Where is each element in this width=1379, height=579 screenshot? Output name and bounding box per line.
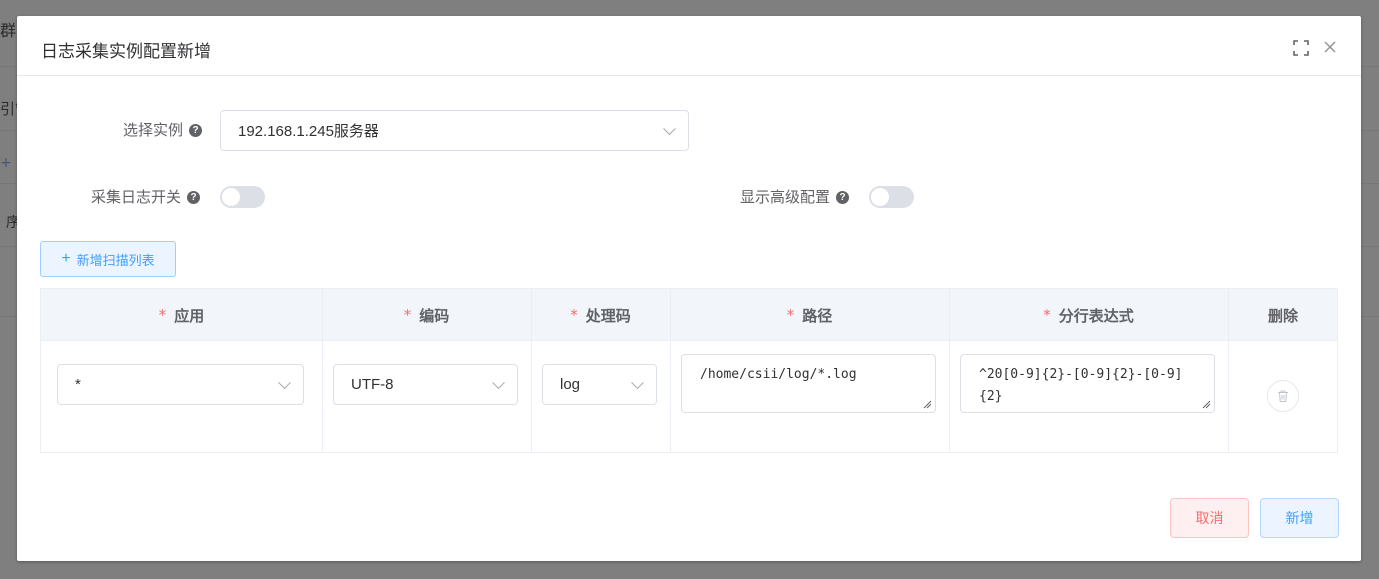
switch-knob (222, 188, 240, 206)
chevron-down-icon (492, 375, 505, 389)
advanced-config-label: 显示高级配置 ? (740, 187, 850, 207)
instance-select[interactable]: 192.168.1.245服务器 (220, 110, 689, 151)
column-divider (322, 289, 323, 452)
required-mark: * (786, 306, 795, 324)
log-collection-dialog: 日志采集实例配置新增 选择实例 ? 192.168.1.245服务器 采集日志开… (17, 16, 1361, 561)
log-switch-label-text: 采集日志开关 (91, 188, 182, 206)
switch-knob (871, 188, 889, 206)
column-header-delete: 删除 (1228, 289, 1338, 341)
encoding-select[interactable]: UTF-8 (333, 364, 518, 405)
column-divider (670, 289, 671, 452)
background-divider (1361, 66, 1379, 67)
instance-label: 选择实例 ? (123, 120, 203, 140)
column-divider (531, 289, 532, 452)
column-header-line-expression: * 分行表达式 (949, 289, 1228, 341)
chevron-down-icon (278, 375, 291, 389)
chevron-down-icon (663, 121, 676, 135)
table-header: * 应用 * 编码 * 处理码 * 路径 * 分行表达式 删除 (41, 289, 1337, 341)
required-mark: * (1043, 306, 1051, 324)
resize-grip-icon[interactable] (923, 400, 932, 409)
plus-icon: + (61, 250, 71, 267)
required-mark: * (403, 306, 412, 324)
trash-icon (1278, 390, 1288, 402)
fullscreen-icon[interactable] (1293, 40, 1309, 56)
column-header-label: 删除 (1267, 306, 1298, 325)
column-header-encoding: * 编码 (322, 289, 531, 341)
background-divider (0, 66, 17, 67)
background-divider (1361, 183, 1379, 184)
line-expression-textarea[interactable]: ^20[0-9]{2}-[0-9]{2}-[0-9]{2} (960, 354, 1215, 413)
delete-row-button[interactable] (1267, 380, 1299, 412)
column-header-label: 处理码 (585, 306, 631, 325)
column-header-label: 应用 (174, 306, 205, 325)
dialog-header: 日志采集实例配置新增 (17, 16, 1361, 76)
background-divider (0, 183, 17, 184)
column-divider (949, 289, 950, 452)
handler-select[interactable]: log (542, 364, 657, 405)
column-header-handler: * 处理码 (531, 289, 670, 341)
dialog-title: 日志采集实例配置新增 (41, 42, 211, 62)
column-header-path: * 路径 (670, 289, 949, 341)
add-scan-list-button[interactable]: + 新增扫描列表 (40, 241, 176, 277)
column-divider (1228, 289, 1229, 452)
background-divider (1361, 130, 1379, 131)
scan-list-table: * 应用 * 编码 * 处理码 * 路径 * 分行表达式 删除 * UTF-8 … (40, 288, 1338, 453)
app-select-value: * (75, 376, 81, 393)
log-switch-label: 采集日志开关 ? (91, 187, 201, 207)
column-header-label: 编码 (419, 306, 450, 325)
chevron-down-icon (631, 375, 644, 389)
question-icon[interactable]: ? (189, 123, 203, 137)
required-mark: * (570, 306, 578, 324)
app-select[interactable]: * (57, 364, 304, 405)
background-divider (0, 130, 17, 131)
required-mark: * (158, 306, 167, 324)
instance-label-text: 选择实例 (123, 121, 184, 139)
background-divider (1361, 316, 1379, 317)
background-divider (0, 246, 17, 247)
add-button[interactable]: 新增 (1260, 498, 1339, 538)
path-value: /home/csii/log/*.log (700, 367, 857, 382)
advanced-config-label-text: 显示高级配置 (740, 188, 831, 206)
column-header-app: * 应用 (41, 289, 322, 341)
encoding-select-value: UTF-8 (351, 376, 394, 393)
handler-select-value: log (560, 376, 581, 393)
column-header-label: 路径 (802, 306, 833, 325)
add-scan-list-label: 新增扫描列表 (76, 253, 155, 269)
instance-select-value: 192.168.1.245服务器 (238, 123, 379, 140)
resize-grip-icon[interactable] (1202, 400, 1211, 409)
cancel-button[interactable]: 取消 (1170, 498, 1249, 538)
close-icon[interactable] (1321, 38, 1339, 56)
background-divider (1361, 246, 1379, 247)
question-icon[interactable]: ? (836, 190, 850, 204)
background-text-fragment: 群 (0, 21, 17, 40)
line-expression-value: ^20[0-9]{2}-[0-9]{2}-[0-9]{2} (979, 367, 1183, 404)
advanced-config-switch[interactable] (869, 186, 914, 208)
background-text-fragment: + (0, 155, 12, 171)
background-divider (0, 316, 17, 317)
path-textarea[interactable]: /home/csii/log/*.log (681, 354, 936, 413)
log-collection-switch[interactable] (220, 186, 265, 208)
question-icon[interactable]: ? (187, 190, 201, 204)
column-header-label: 分行表达式 (1058, 306, 1134, 325)
